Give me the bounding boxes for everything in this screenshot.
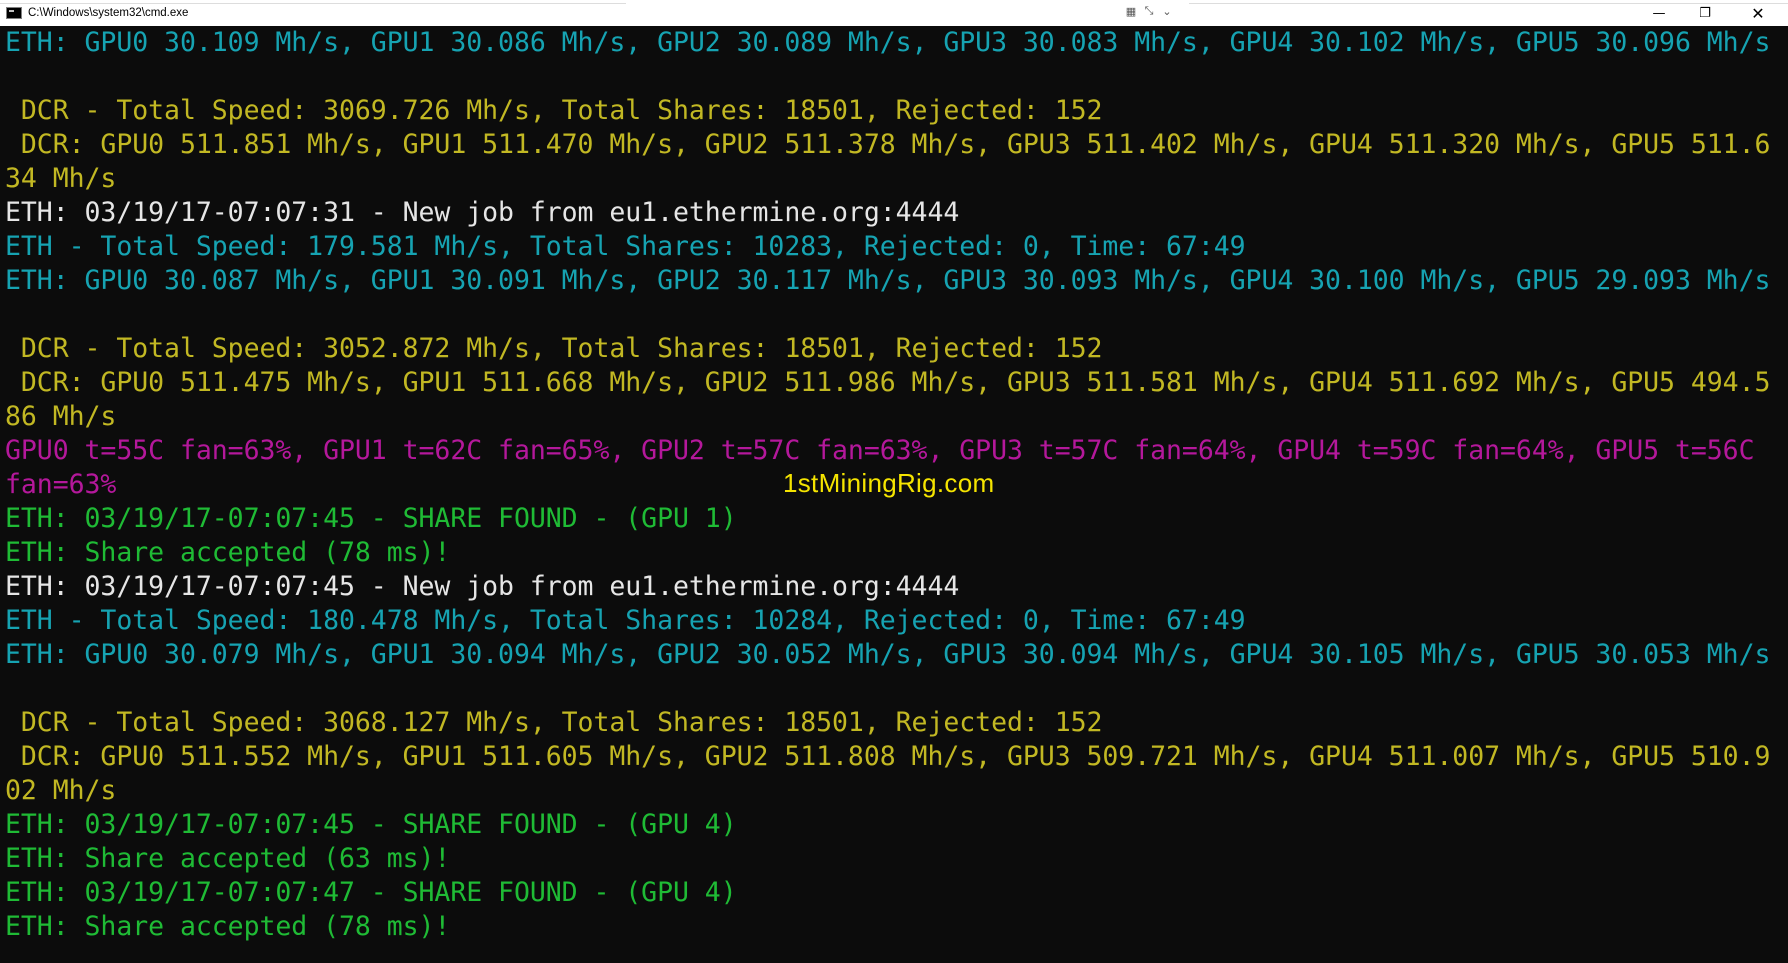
title-bar-tools: ▦ ⤡ ⌄: [1124, 4, 1174, 18]
cmd-window: C:\Windows\system32\cmd.exe ▦ ⤡ ⌄ — ❐ ✕ …: [0, 0, 1788, 963]
console-line: ETH - Total Speed: 180.478 Mh/s, Total S…: [5, 605, 1246, 636]
watermark-text: 1stMiningRig.com: [783, 468, 995, 498]
console-line: 02 Mh/s: [5, 775, 117, 806]
console-line: ETH: Share accepted (78 ms)!: [5, 911, 451, 942]
title-bar-border-right: [1189, 3, 1788, 4]
console-line: ETH: GPU0 30.079 Mh/s, GPU1 30.094 Mh/s,…: [5, 639, 1771, 670]
console-line: ETH: GPU0 30.109 Mh/s, GPU1 30.086 Mh/s,…: [5, 27, 1771, 58]
console-line: DCR - Total Speed: 3052.872 Mh/s, Total …: [5, 333, 1103, 364]
console-line: ETH: 03/19/17-07:07:31 - New job from eu…: [5, 197, 960, 228]
console-line: DCR - Total Speed: 3069.726 Mh/s, Total …: [5, 95, 1103, 126]
title-bar-border-left: [0, 3, 626, 4]
chevron-down-icon[interactable]: ⌄: [1160, 4, 1174, 18]
console-line: ETH: 03/19/17-07:07:47 - SHARE FOUND - (…: [5, 877, 737, 908]
console-line: 86 Mh/s: [5, 401, 117, 432]
window-title: C:\Windows\system32\cmd.exe: [28, 7, 189, 19]
console-line: DCR - Total Speed: 3068.127 Mh/s, Total …: [5, 707, 1103, 738]
console-line: ETH: Share accepted (63 ms)!: [5, 843, 451, 874]
console-line: ETH: Share accepted (78 ms)!: [5, 537, 451, 568]
console-line: 34 Mh/s: [5, 163, 117, 194]
console-line: ETH: 03/19/17-07:07:45 - SHARE FOUND - (…: [5, 809, 737, 840]
expand-icon[interactable]: ⤡: [1142, 4, 1156, 18]
console-line: DCR: GPU0 511.552 Mh/s, GPU1 511.605 Mh/…: [5, 741, 1771, 772]
console-line: DCR: GPU0 511.475 Mh/s, GPU1 511.668 Mh/…: [5, 367, 1771, 398]
console-line: ETH - Total Speed: 179.581 Mh/s, Total S…: [5, 231, 1246, 262]
console-line: GPU0 t=55C fan=63%, GPU1 t=62C fan=65%, …: [5, 435, 1755, 466]
grid-icon[interactable]: ▦: [1124, 4, 1138, 18]
cmd-app-icon[interactable]: [6, 7, 22, 19]
title-bar[interactable]: C:\Windows\system32\cmd.exe ▦ ⤡ ⌄ — ❐ ✕: [0, 0, 1788, 26]
console-line: ETH: GPU0 30.087 Mh/s, GPU1 30.091 Mh/s,…: [5, 265, 1771, 296]
console-line: ETH: 03/19/17-07:07:45 - SHARE FOUND - (…: [5, 503, 737, 534]
console-line: ETH: 03/19/17-07:07:45 - New job from eu…: [5, 571, 960, 602]
console-line: DCR: GPU0 511.851 Mh/s, GPU1 511.470 Mh/…: [5, 129, 1771, 160]
